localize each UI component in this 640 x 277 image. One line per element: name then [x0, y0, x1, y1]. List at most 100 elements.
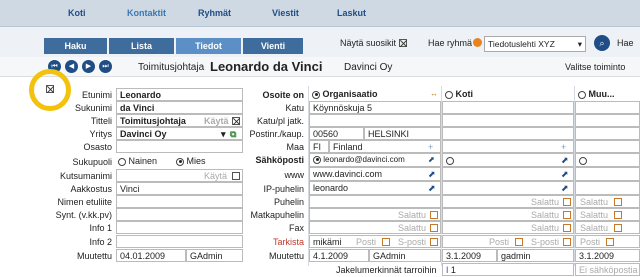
home-fax-field[interactable]: Salattu: [442, 221, 574, 234]
other-fax-field[interactable]: Salattu: [575, 221, 640, 234]
group-select[interactable]: Tiedotuslehti XYZ ▾: [484, 36, 586, 52]
radio-female[interactable]: [118, 157, 126, 166]
post-checkbox[interactable]: [606, 238, 614, 246]
subtab-haku[interactable]: Haku: [44, 38, 107, 54]
radio-male[interactable]: [176, 157, 184, 166]
no-epost-field[interactable]: Ei sähköpostia: [575, 263, 640, 276]
radio-email-other[interactable]: [579, 156, 587, 165]
open-link-icon[interactable]: ⬈: [561, 154, 569, 166]
check-field[interactable]: mikämi Posti S-posti: [309, 235, 441, 248]
post-checkbox[interactable]: [382, 238, 390, 246]
title-use-checkbox[interactable]: [232, 117, 240, 125]
other-email-field[interactable]: [575, 153, 640, 167]
phone-field[interactable]: [309, 195, 441, 208]
action-select-label[interactable]: Valitse toiminto: [565, 62, 625, 72]
other-ip-field[interactable]: [575, 181, 640, 195]
tab-kontaktit[interactable]: Kontaktit: [127, 8, 166, 18]
secret-checkbox[interactable]: [430, 211, 438, 219]
secret-checkbox[interactable]: [430, 224, 438, 232]
col-koti[interactable]: Koti: [445, 89, 473, 99]
sort-field[interactable]: Vinci: [116, 182, 243, 195]
home-mobile-field[interactable]: Salattu: [442, 208, 574, 221]
open-link-icon[interactable]: ⬈: [428, 168, 436, 180]
department-field[interactable]: [116, 140, 243, 153]
home-country-field[interactable]: +: [442, 140, 574, 153]
gender-female[interactable]: Nainen: [118, 156, 157, 166]
info2-field[interactable]: [116, 235, 243, 248]
swap-icon[interactable]: ↔: [430, 89, 438, 98]
last-record-icon[interactable]: ⏭: [99, 60, 112, 73]
tab-koti[interactable]: Koti: [68, 8, 86, 18]
birthdate-field[interactable]: [116, 208, 243, 221]
prefix-field[interactable]: [116, 195, 243, 208]
other-www-field[interactable]: [575, 167, 640, 181]
nickname-field[interactable]: Käytä: [116, 169, 243, 182]
tab-laskut[interactable]: Laskut: [337, 8, 366, 18]
prev-record-icon[interactable]: ◀: [65, 60, 78, 73]
country-field[interactable]: Finland +: [329, 140, 441, 153]
first-name-field[interactable]: Leonardo: [116, 88, 243, 101]
subtab-vienti[interactable]: Vienti: [243, 38, 303, 54]
mailing-field[interactable]: ǀ 1: [442, 263, 574, 276]
secret-checkbox[interactable]: [614, 224, 622, 232]
gender-male[interactable]: Mies: [176, 156, 206, 166]
other-zip-field[interactable]: [575, 127, 640, 140]
subtab-lista[interactable]: Lista: [109, 38, 174, 54]
next-record-icon[interactable]: ▶: [82, 60, 95, 73]
home-ip-field[interactable]: ⬈: [442, 181, 574, 195]
open-link-icon[interactable]: ⬈: [561, 168, 569, 180]
home-street-field[interactable]: [442, 101, 574, 114]
nick-use-checkbox[interactable]: [232, 172, 240, 180]
chevron-down-icon[interactable]: ▾: [221, 128, 226, 139]
email-field[interactable]: leonardo@davinci.com ⬈: [309, 153, 441, 167]
company-field[interactable]: Davinci Oy ▾ ⧉: [116, 127, 243, 140]
other-country-field[interactable]: [575, 140, 640, 153]
tab-ryhmat[interactable]: Ryhmät: [198, 8, 231, 18]
epost-checkbox[interactable]: [430, 238, 438, 246]
home-street2-field[interactable]: [442, 114, 574, 127]
mobile-field[interactable]: Salattu: [309, 208, 441, 221]
show-favorites-checkbox[interactable]: [399, 39, 407, 47]
www-field[interactable]: www.davinci.com ⬈: [309, 167, 441, 181]
col-muu[interactable]: Muu...: [578, 89, 615, 99]
other-street-field[interactable]: [575, 101, 640, 114]
secret-checkbox[interactable]: [563, 198, 571, 206]
home-zip-field[interactable]: [442, 127, 574, 140]
city-field[interactable]: HELSINKI: [364, 127, 441, 140]
other-mobile-field[interactable]: Salattu: [575, 208, 640, 221]
zip-field[interactable]: 00560: [309, 127, 364, 140]
street-field[interactable]: Köynnöskuja 5: [309, 101, 441, 114]
add-icon[interactable]: +: [428, 141, 433, 152]
country-code-field[interactable]: FI: [309, 140, 329, 153]
home-check-field[interactable]: Posti S-posti: [442, 235, 574, 248]
title-field[interactable]: Toimitusjohtaja Käytä: [116, 114, 243, 127]
info1-field[interactable]: [116, 221, 243, 234]
subtab-tiedot[interactable]: Tiedot: [176, 38, 241, 54]
other-check-field[interactable]: Posti: [575, 235, 640, 248]
radio-email-home[interactable]: [446, 156, 454, 165]
other-phone-field[interactable]: Salattu: [575, 195, 640, 208]
secret-checkbox[interactable]: [563, 211, 571, 219]
col-organisaatio[interactable]: Organisaatio: [312, 89, 378, 99]
copy-icon[interactable]: ⧉: [230, 128, 236, 139]
radio-org[interactable]: [312, 90, 320, 99]
fax-field[interactable]: Salattu: [309, 221, 441, 234]
secret-checkbox[interactable]: [614, 198, 622, 206]
home-phone-field[interactable]: Salattu: [442, 195, 574, 208]
post-checkbox[interactable]: [515, 238, 523, 246]
secret-checkbox[interactable]: [563, 224, 571, 232]
open-link-icon[interactable]: ⬈: [428, 154, 435, 166]
other-street2-field[interactable]: [575, 114, 640, 127]
search-icon[interactable]: ⌕: [594, 35, 610, 51]
last-name-field[interactable]: da Vinci: [116, 101, 243, 114]
ip-field[interactable]: leonardo ⬈: [309, 181, 441, 195]
open-link-icon[interactable]: ⬈: [428, 182, 436, 194]
secret-checkbox[interactable]: [614, 211, 622, 219]
open-link-icon[interactable]: ⬈: [561, 182, 569, 194]
home-email-field[interactable]: ⬈: [442, 153, 574, 167]
tab-viestit[interactable]: Viestit: [272, 8, 299, 18]
epost-checkbox[interactable]: [563, 238, 571, 246]
add-icon[interactable]: +: [561, 141, 566, 152]
home-www-field[interactable]: ⬈: [442, 167, 574, 181]
street2-field[interactable]: [309, 114, 441, 127]
